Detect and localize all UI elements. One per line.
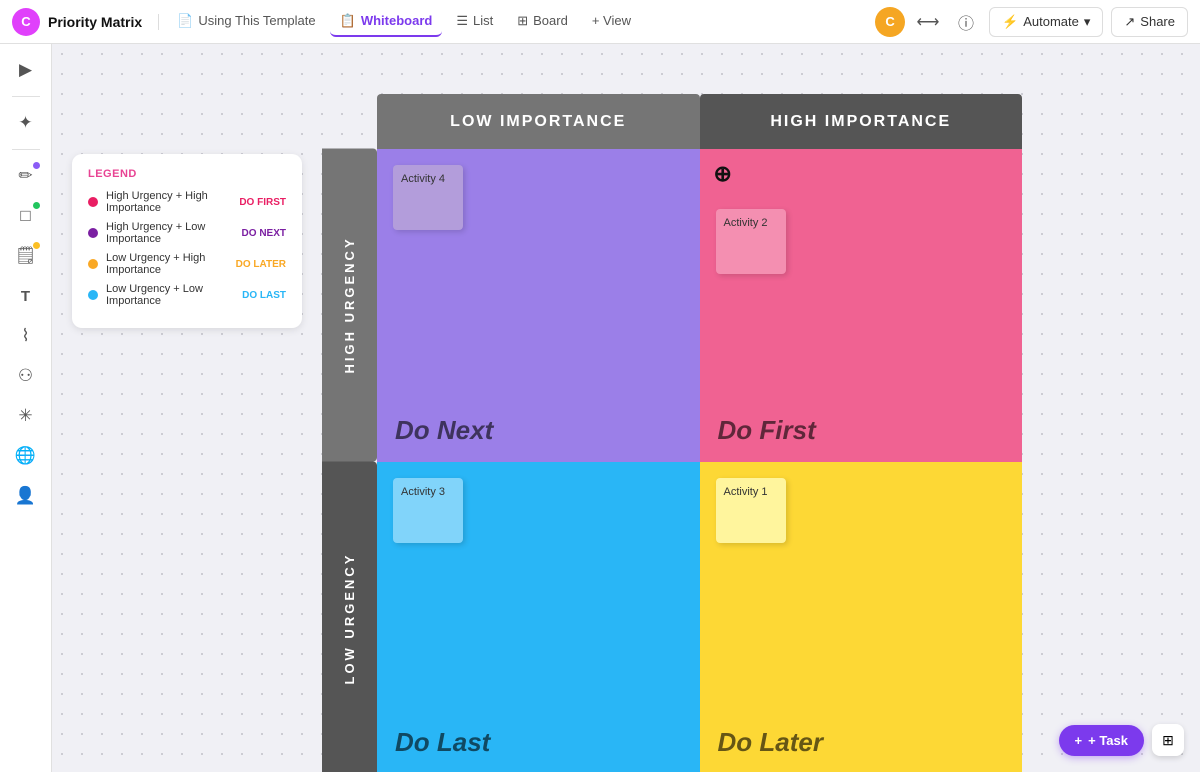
- do-next-label: Do Next: [395, 415, 493, 446]
- pen-icon: ✏: [18, 166, 32, 186]
- do-last-label: Low Urgency + Low Importance: [106, 283, 234, 307]
- ai-tool[interactable]: ✦: [8, 105, 44, 141]
- legend-item-do-first: High Urgency + High Importance DO FIRST: [88, 190, 286, 214]
- row-header-high-urgency: HIGH URGENCY: [322, 149, 377, 462]
- grid-view-button[interactable]: ⊞: [1152, 724, 1184, 756]
- automate-chevron-icon: ▾: [1084, 14, 1091, 30]
- do-last-label: Do Last: [395, 727, 490, 758]
- pen-tool[interactable]: ✏: [8, 158, 44, 194]
- row-header-low-urgency: LOW URGENCY: [322, 462, 377, 772]
- add-task-button[interactable]: + + Task: [1059, 725, 1144, 756]
- top-nav: C Priority Matrix 📄 Using This Template …: [0, 0, 1200, 44]
- whiteboard-icon: 📋: [340, 13, 356, 29]
- tab-using-template[interactable]: 📄 Using This Template: [167, 7, 326, 37]
- do-next-dot: [88, 228, 98, 238]
- tab-list[interactable]: ☰ List: [446, 7, 503, 37]
- sticky-activity2[interactable]: Activity 2: [716, 209, 786, 274]
- col-header-high-importance: HIGH IMPORTANCE: [700, 94, 1023, 149]
- share-icon: ↗: [1124, 14, 1135, 30]
- legend-panel: LEGEND High Urgency + High Importance DO…: [72, 154, 302, 328]
- marker-tool[interactable]: ⌇: [8, 318, 44, 354]
- do-first-dot: [88, 197, 98, 207]
- sticky-activity4[interactable]: Activity 4: [393, 165, 463, 230]
- tab-whiteboard[interactable]: 📋 Whiteboard: [330, 7, 443, 37]
- marker-icon: ⌇: [21, 326, 29, 346]
- do-first-action: DO FIRST: [239, 197, 286, 208]
- sticky-activity3[interactable]: Activity 3: [393, 478, 463, 543]
- connect-tool[interactable]: ⚇: [8, 358, 44, 394]
- tab-board[interactable]: ⊞ Board: [507, 7, 578, 37]
- user-avatar: C: [875, 7, 905, 37]
- nav-separator: [158, 14, 159, 30]
- priority-matrix: LOW IMPORTANCE HIGH IMPORTANCE HIGH URGE…: [322, 94, 1022, 772]
- legend-item-do-next: High Urgency + Low Importance DO NEXT: [88, 221, 286, 245]
- notes-tool[interactable]: 🗒: [8, 238, 44, 274]
- legend-item-do-last: Low Urgency + Low Importance DO LAST: [88, 283, 286, 307]
- do-later-label: Do Later: [718, 727, 823, 758]
- info-icon[interactable]: ⓘ: [951, 7, 981, 37]
- tool-separator-2: [12, 149, 40, 150]
- text-icon: T: [21, 288, 30, 305]
- quadrant-do-first[interactable]: ⊕ Activity 2 Do First: [700, 149, 1023, 462]
- notes-icon: 🗒: [15, 246, 37, 266]
- quadrant-do-later[interactable]: Activity 1 Do Later: [700, 462, 1023, 772]
- cursor-icon: ▶: [19, 60, 32, 80]
- tool-separator: [12, 96, 40, 97]
- app-logo: C: [12, 8, 40, 36]
- connect-icon: ⚇: [18, 366, 33, 386]
- do-next-action: DO NEXT: [242, 228, 286, 239]
- do-later-action: DO LATER: [236, 259, 286, 270]
- app-title: Priority Matrix: [48, 14, 142, 30]
- automate-icon: ⚡: [1002, 14, 1018, 30]
- globe-icon: 🌐: [15, 446, 36, 466]
- quadrant-do-next[interactable]: Activity 4 Do Next: [377, 149, 700, 462]
- sticky-activity1[interactable]: Activity 1: [716, 478, 786, 543]
- do-first-label: Do First: [718, 415, 816, 446]
- select-tool[interactable]: ▶: [8, 52, 44, 88]
- text-tool[interactable]: T: [8, 278, 44, 314]
- do-next-label: High Urgency + Low Importance: [106, 221, 234, 245]
- share-button[interactable]: ↗ Share: [1111, 7, 1188, 37]
- expand-icon[interactable]: ⟷: [913, 7, 943, 37]
- portrait-icon: 👤: [15, 486, 36, 506]
- warning-icon: ⊕: [714, 161, 732, 187]
- list-icon: ☰: [456, 13, 468, 29]
- using-template-icon: 📄: [177, 13, 193, 29]
- quadrant-do-last[interactable]: Activity 3 Do Last: [377, 462, 700, 772]
- do-last-dot: [88, 290, 98, 300]
- do-last-action: DO LAST: [242, 290, 286, 301]
- automate-button[interactable]: ⚡ Automate ▾: [989, 7, 1103, 37]
- tab-add-view[interactable]: + View: [582, 7, 641, 36]
- pen-dot: [33, 162, 40, 169]
- do-first-label: High Urgency + High Importance: [106, 190, 231, 214]
- shapes-tool[interactable]: □: [8, 198, 44, 234]
- shapes-dot: [33, 202, 40, 209]
- matrix-corner: [322, 94, 377, 149]
- notes-dot: [33, 242, 40, 249]
- sparkle-icon: ✦: [18, 113, 32, 133]
- col-header-low-importance: LOW IMPORTANCE: [377, 94, 700, 149]
- nav-right: C ⟷ ⓘ ⚡ Automate ▾ ↗ Share: [875, 7, 1188, 37]
- legend-item-do-later: Low Urgency + High Importance DO LATER: [88, 252, 286, 276]
- plus-icon: +: [1075, 733, 1083, 748]
- grid-icon: ⊞: [1162, 732, 1174, 749]
- do-later-label: Low Urgency + High Importance: [106, 252, 228, 276]
- board-icon: ⊞: [517, 13, 528, 29]
- image-tool[interactable]: 👤: [8, 478, 44, 514]
- shapes-icon: □: [20, 206, 30, 226]
- canvas[interactable]: LEGEND High Urgency + High Importance DO…: [52, 44, 1200, 772]
- effects-tool[interactable]: ✳: [8, 398, 44, 434]
- left-toolbar: ▶ ✦ ✏ □ 🗒 T ⌇ ⚇ ✳ 🌐: [0, 44, 52, 772]
- main-area: ▶ ✦ ✏ □ 🗒 T ⌇ ⚇ ✳ 🌐: [0, 44, 1200, 772]
- globe-tool[interactable]: 🌐: [8, 438, 44, 474]
- do-later-dot: [88, 259, 98, 269]
- effects-icon: ✳: [18, 406, 32, 426]
- legend-title: LEGEND: [88, 168, 286, 180]
